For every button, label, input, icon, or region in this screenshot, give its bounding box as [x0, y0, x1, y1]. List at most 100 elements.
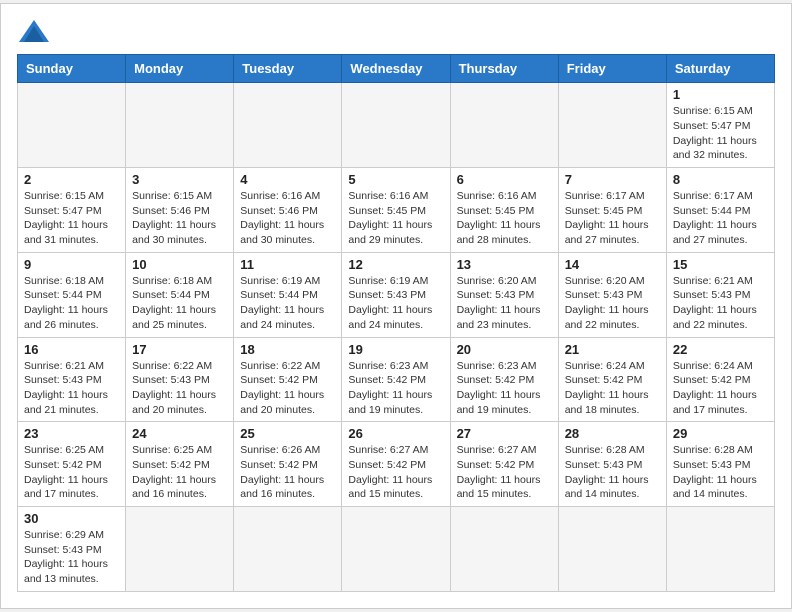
day-number: 7: [565, 172, 660, 187]
day-info: Sunrise: 6:21 AMSunset: 5:43 PMDaylight:…: [673, 274, 768, 333]
calendar-day-cell: 28 Sunrise: 6:28 AMSunset: 5:43 PMDayligh…: [558, 422, 666, 507]
calendar-day-cell: 18Sunrise: 6:22 AMSunset: 5:42 PMDayligh…: [234, 337, 342, 422]
calendar-day-cell: 9 Sunrise: 6:18 AMSunset: 5:44 PMDaylight…: [18, 252, 126, 337]
day-number: 10: [132, 257, 227, 272]
calendar-day-cell: 27 Sunrise: 6:27 AMSunset: 5:42 PMDayligh…: [450, 422, 558, 507]
calendar-week-row: 16Sunrise: 6:21 AMSunset: 5:43 PMDayligh…: [18, 337, 775, 422]
logo-icon: [19, 20, 49, 42]
day-info: Sunrise: 6:15 AMSunset: 5:46 PMDaylight:…: [132, 189, 227, 248]
calendar-day-cell: 12 Sunrise: 6:19 AMSunset: 5:43 PMDayligh…: [342, 252, 450, 337]
day-number: 21: [565, 342, 660, 357]
day-number: 28: [565, 426, 660, 441]
calendar-day-cell: 22 Sunrise: 6:24 AMSunset: 5:42 PMDayligh…: [666, 337, 774, 422]
day-info: Sunrise: 6:23 AMSunset: 5:42 PMDaylight:…: [457, 359, 552, 418]
day-number: 17: [132, 342, 227, 357]
day-number: 20: [457, 342, 552, 357]
day-info: Sunrise: 6:22 AMSunset: 5:42 PMDaylight:…: [240, 359, 335, 418]
calendar-day-cell: 6Sunrise: 6:16 AMSunset: 5:45 PMDaylight…: [450, 168, 558, 253]
calendar-day-cell: 11Sunrise: 6:19 AMSunset: 5:44 PMDayligh…: [234, 252, 342, 337]
calendar-day-cell: 23 Sunrise: 6:25 AMSunset: 5:42 PMDayligh…: [18, 422, 126, 507]
header-section: [17, 20, 775, 42]
day-info: Sunrise: 6:17 AMSunset: 5:45 PMDaylight:…: [565, 189, 660, 248]
day-info: Sunrise: 6:16 AMSunset: 5:45 PMDaylight:…: [348, 189, 443, 248]
day-info: Sunrise: 6:26 AMSunset: 5:42 PMDaylight:…: [240, 443, 335, 502]
calendar-day-cell: 2Sunrise: 6:15 AMSunset: 5:47 PMDaylight…: [18, 168, 126, 253]
day-number: 6: [457, 172, 552, 187]
weekday-header-saturday: Saturday: [666, 55, 774, 83]
calendar-week-row: 1 Sunrise: 6:15 AMSunset: 5:47 PMDaylight…: [18, 83, 775, 168]
day-number: 24: [132, 426, 227, 441]
day-info: Sunrise: 6:18 AMSunset: 5:44 PMDaylight:…: [24, 274, 119, 333]
day-info: Sunrise: 6:21 AMSunset: 5:43 PMDaylight:…: [24, 359, 119, 418]
weekday-header-thursday: Thursday: [450, 55, 558, 83]
day-number: 26: [348, 426, 443, 441]
calendar-day-cell: 17 Sunrise: 6:22 AMSunset: 5:43 PMDayligh…: [126, 337, 234, 422]
calendar-day-cell: 20 Sunrise: 6:23 AMSunset: 5:42 PMDayligh…: [450, 337, 558, 422]
calendar-day-cell: 24 Sunrise: 6:25 AMSunset: 5:42 PMDayligh…: [126, 422, 234, 507]
day-number: 23: [24, 426, 119, 441]
day-info: Sunrise: 6:24 AMSunset: 5:42 PMDaylight:…: [673, 359, 768, 418]
day-info: Sunrise: 6:23 AMSunset: 5:42 PMDaylight:…: [348, 359, 443, 418]
day-number: 19: [348, 342, 443, 357]
calendar-container: SundayMondayTuesdayWednesdayThursdayFrid…: [0, 3, 792, 609]
calendar-day-cell: [342, 507, 450, 592]
weekday-header-monday: Monday: [126, 55, 234, 83]
day-info: Sunrise: 6:20 AMSunset: 5:43 PMDaylight:…: [457, 274, 552, 333]
calendar-day-cell: [342, 83, 450, 168]
calendar-day-cell: [126, 83, 234, 168]
calendar-day-cell: 19 Sunrise: 6:23 AMSunset: 5:42 PMDayligh…: [342, 337, 450, 422]
logo-area: [17, 20, 49, 42]
calendar-day-cell: [450, 507, 558, 592]
day-number: 29: [673, 426, 768, 441]
weekday-header-sunday: Sunday: [18, 55, 126, 83]
day-info: Sunrise: 6:27 AMSunset: 5:42 PMDaylight:…: [348, 443, 443, 502]
logo: [17, 20, 49, 42]
day-number: 12: [348, 257, 443, 272]
day-number: 9: [24, 257, 119, 272]
weekday-header-row: SundayMondayTuesdayWednesdayThursdayFrid…: [18, 55, 775, 83]
calendar-week-row: 9 Sunrise: 6:18 AMSunset: 5:44 PMDaylight…: [18, 252, 775, 337]
day-number: 22: [673, 342, 768, 357]
day-info: Sunrise: 6:15 AMSunset: 5:47 PMDaylight:…: [24, 189, 119, 248]
calendar-day-cell: 13Sunrise: 6:20 AMSunset: 5:43 PMDayligh…: [450, 252, 558, 337]
calendar-day-cell: 26 Sunrise: 6:27 AMSunset: 5:42 PMDayligh…: [342, 422, 450, 507]
day-info: Sunrise: 6:28 AMSunset: 5:43 PMDaylight:…: [673, 443, 768, 502]
day-number: 3: [132, 172, 227, 187]
calendar-day-cell: 8 Sunrise: 6:17 AMSunset: 5:44 PMDaylight…: [666, 168, 774, 253]
day-info: Sunrise: 6:28 AMSunset: 5:43 PMDaylight:…: [565, 443, 660, 502]
calendar-day-cell: [558, 507, 666, 592]
calendar-day-cell: 21Sunrise: 6:24 AMSunset: 5:42 PMDayligh…: [558, 337, 666, 422]
day-number: 5: [348, 172, 443, 187]
calendar-day-cell: 30Sunrise: 6:29 AMSunset: 5:43 PMDayligh…: [18, 507, 126, 592]
calendar-day-cell: [234, 83, 342, 168]
calendar-day-cell: 15 Sunrise: 6:21 AMSunset: 5:43 PMDayligh…: [666, 252, 774, 337]
calendar-day-cell: 25 Sunrise: 6:26 AMSunset: 5:42 PMDayligh…: [234, 422, 342, 507]
day-info: Sunrise: 6:27 AMSunset: 5:42 PMDaylight:…: [457, 443, 552, 502]
day-info: Sunrise: 6:22 AMSunset: 5:43 PMDaylight:…: [132, 359, 227, 418]
day-info: Sunrise: 6:17 AMSunset: 5:44 PMDaylight:…: [673, 189, 768, 248]
day-number: 14: [565, 257, 660, 272]
day-number: 27: [457, 426, 552, 441]
calendar-day-cell: [18, 83, 126, 168]
day-number: 25: [240, 426, 335, 441]
day-number: 30: [24, 511, 119, 526]
calendar-day-cell: [234, 507, 342, 592]
day-info: Sunrise: 6:25 AMSunset: 5:42 PMDaylight:…: [24, 443, 119, 502]
day-info: Sunrise: 6:19 AMSunset: 5:43 PMDaylight:…: [348, 274, 443, 333]
day-number: 15: [673, 257, 768, 272]
day-info: Sunrise: 6:18 AMSunset: 5:44 PMDaylight:…: [132, 274, 227, 333]
day-info: Sunrise: 6:25 AMSunset: 5:42 PMDaylight:…: [132, 443, 227, 502]
weekday-header-friday: Friday: [558, 55, 666, 83]
calendar-day-cell: [450, 83, 558, 168]
weekday-header-tuesday: Tuesday: [234, 55, 342, 83]
calendar-day-cell: [558, 83, 666, 168]
calendar-day-cell: 1 Sunrise: 6:15 AMSunset: 5:47 PMDaylight…: [666, 83, 774, 168]
calendar-day-cell: [126, 507, 234, 592]
calendar-day-cell: 29 Sunrise: 6:28 AMSunset: 5:43 PMDayligh…: [666, 422, 774, 507]
day-number: 1: [673, 87, 768, 102]
calendar-day-cell: 7 Sunrise: 6:17 AMSunset: 5:45 PMDaylight…: [558, 168, 666, 253]
day-info: Sunrise: 6:15 AMSunset: 5:47 PMDaylight:…: [673, 104, 768, 163]
day-info: Sunrise: 6:19 AMSunset: 5:44 PMDaylight:…: [240, 274, 335, 333]
day-number: 8: [673, 172, 768, 187]
calendar-week-row: 23 Sunrise: 6:25 AMSunset: 5:42 PMDayligh…: [18, 422, 775, 507]
